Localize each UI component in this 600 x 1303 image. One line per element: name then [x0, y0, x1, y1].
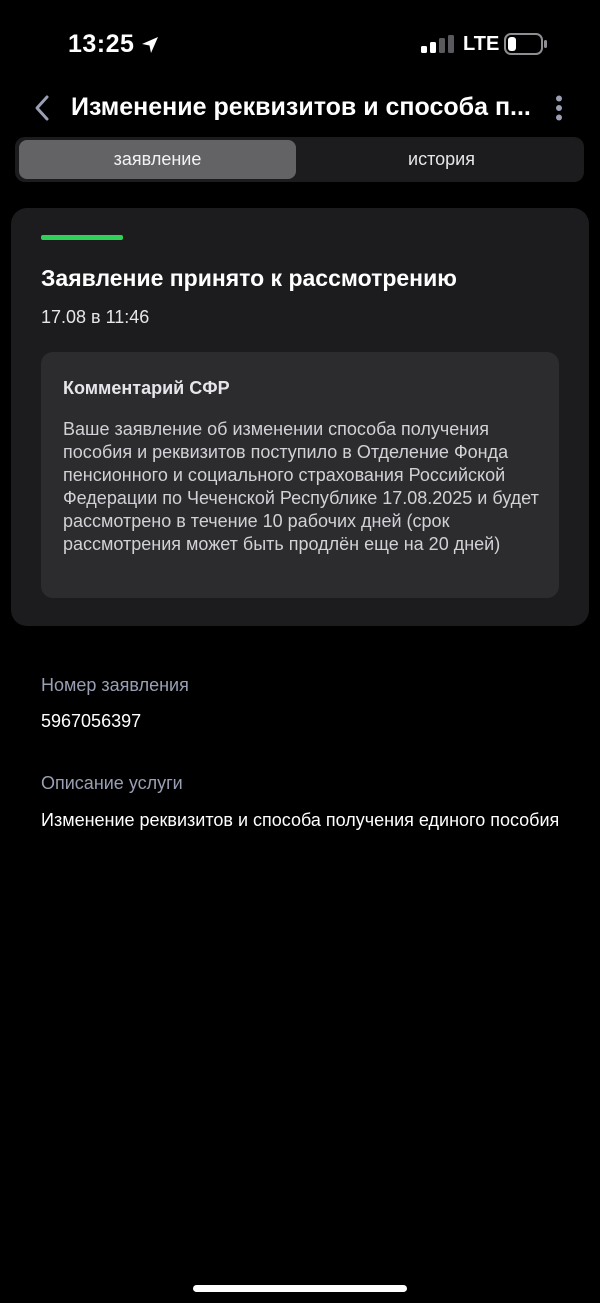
- service-description-label: Описание услуги: [41, 773, 183, 793]
- status-progress-indicator: [41, 235, 123, 240]
- status-bar: 13:25 LTE: [0, 0, 600, 88]
- page-title: Изменение реквизитов и способа п...: [71, 93, 531, 121]
- signal-icon: [421, 35, 454, 53]
- comment-box: Комментарий СФР Ваше заявление об измене…: [41, 352, 559, 598]
- status-card: Заявление принято к рассмотрению 17.08 в…: [11, 208, 589, 626]
- chevron-left-icon: [35, 95, 49, 121]
- home-indicator[interactable]: [193, 1285, 407, 1292]
- status-date: 17.08 в 11:46: [41, 307, 150, 327]
- more-options-button[interactable]: [546, 90, 572, 126]
- status-title: Заявление принято к рассмотрению: [41, 265, 457, 291]
- tab-history[interactable]: история: [303, 140, 580, 179]
- status-time-text: 13:25: [68, 30, 135, 58]
- application-number-label: Номер заявления: [41, 675, 189, 695]
- comment-title: Комментарий СФР: [63, 378, 230, 398]
- application-number-value: 5967056397: [41, 711, 142, 731]
- battery-icon: [504, 33, 547, 55]
- status-time: 13:25: [68, 30, 160, 59]
- comment-text: Ваше заявление об изменении способа полу…: [63, 419, 539, 554]
- back-button[interactable]: [26, 90, 58, 126]
- more-vertical-icon: [556, 95, 562, 121]
- nav-header: Изменение реквизитов и способа п...: [0, 84, 600, 132]
- service-description-value: Изменение реквизитов и способа получения…: [41, 810, 560, 830]
- network-type: LTE: [463, 33, 500, 55]
- location-arrow-icon: [142, 36, 159, 53]
- segmented-tabs: заявление история: [15, 137, 584, 182]
- tab-application[interactable]: заявление: [19, 140, 296, 179]
